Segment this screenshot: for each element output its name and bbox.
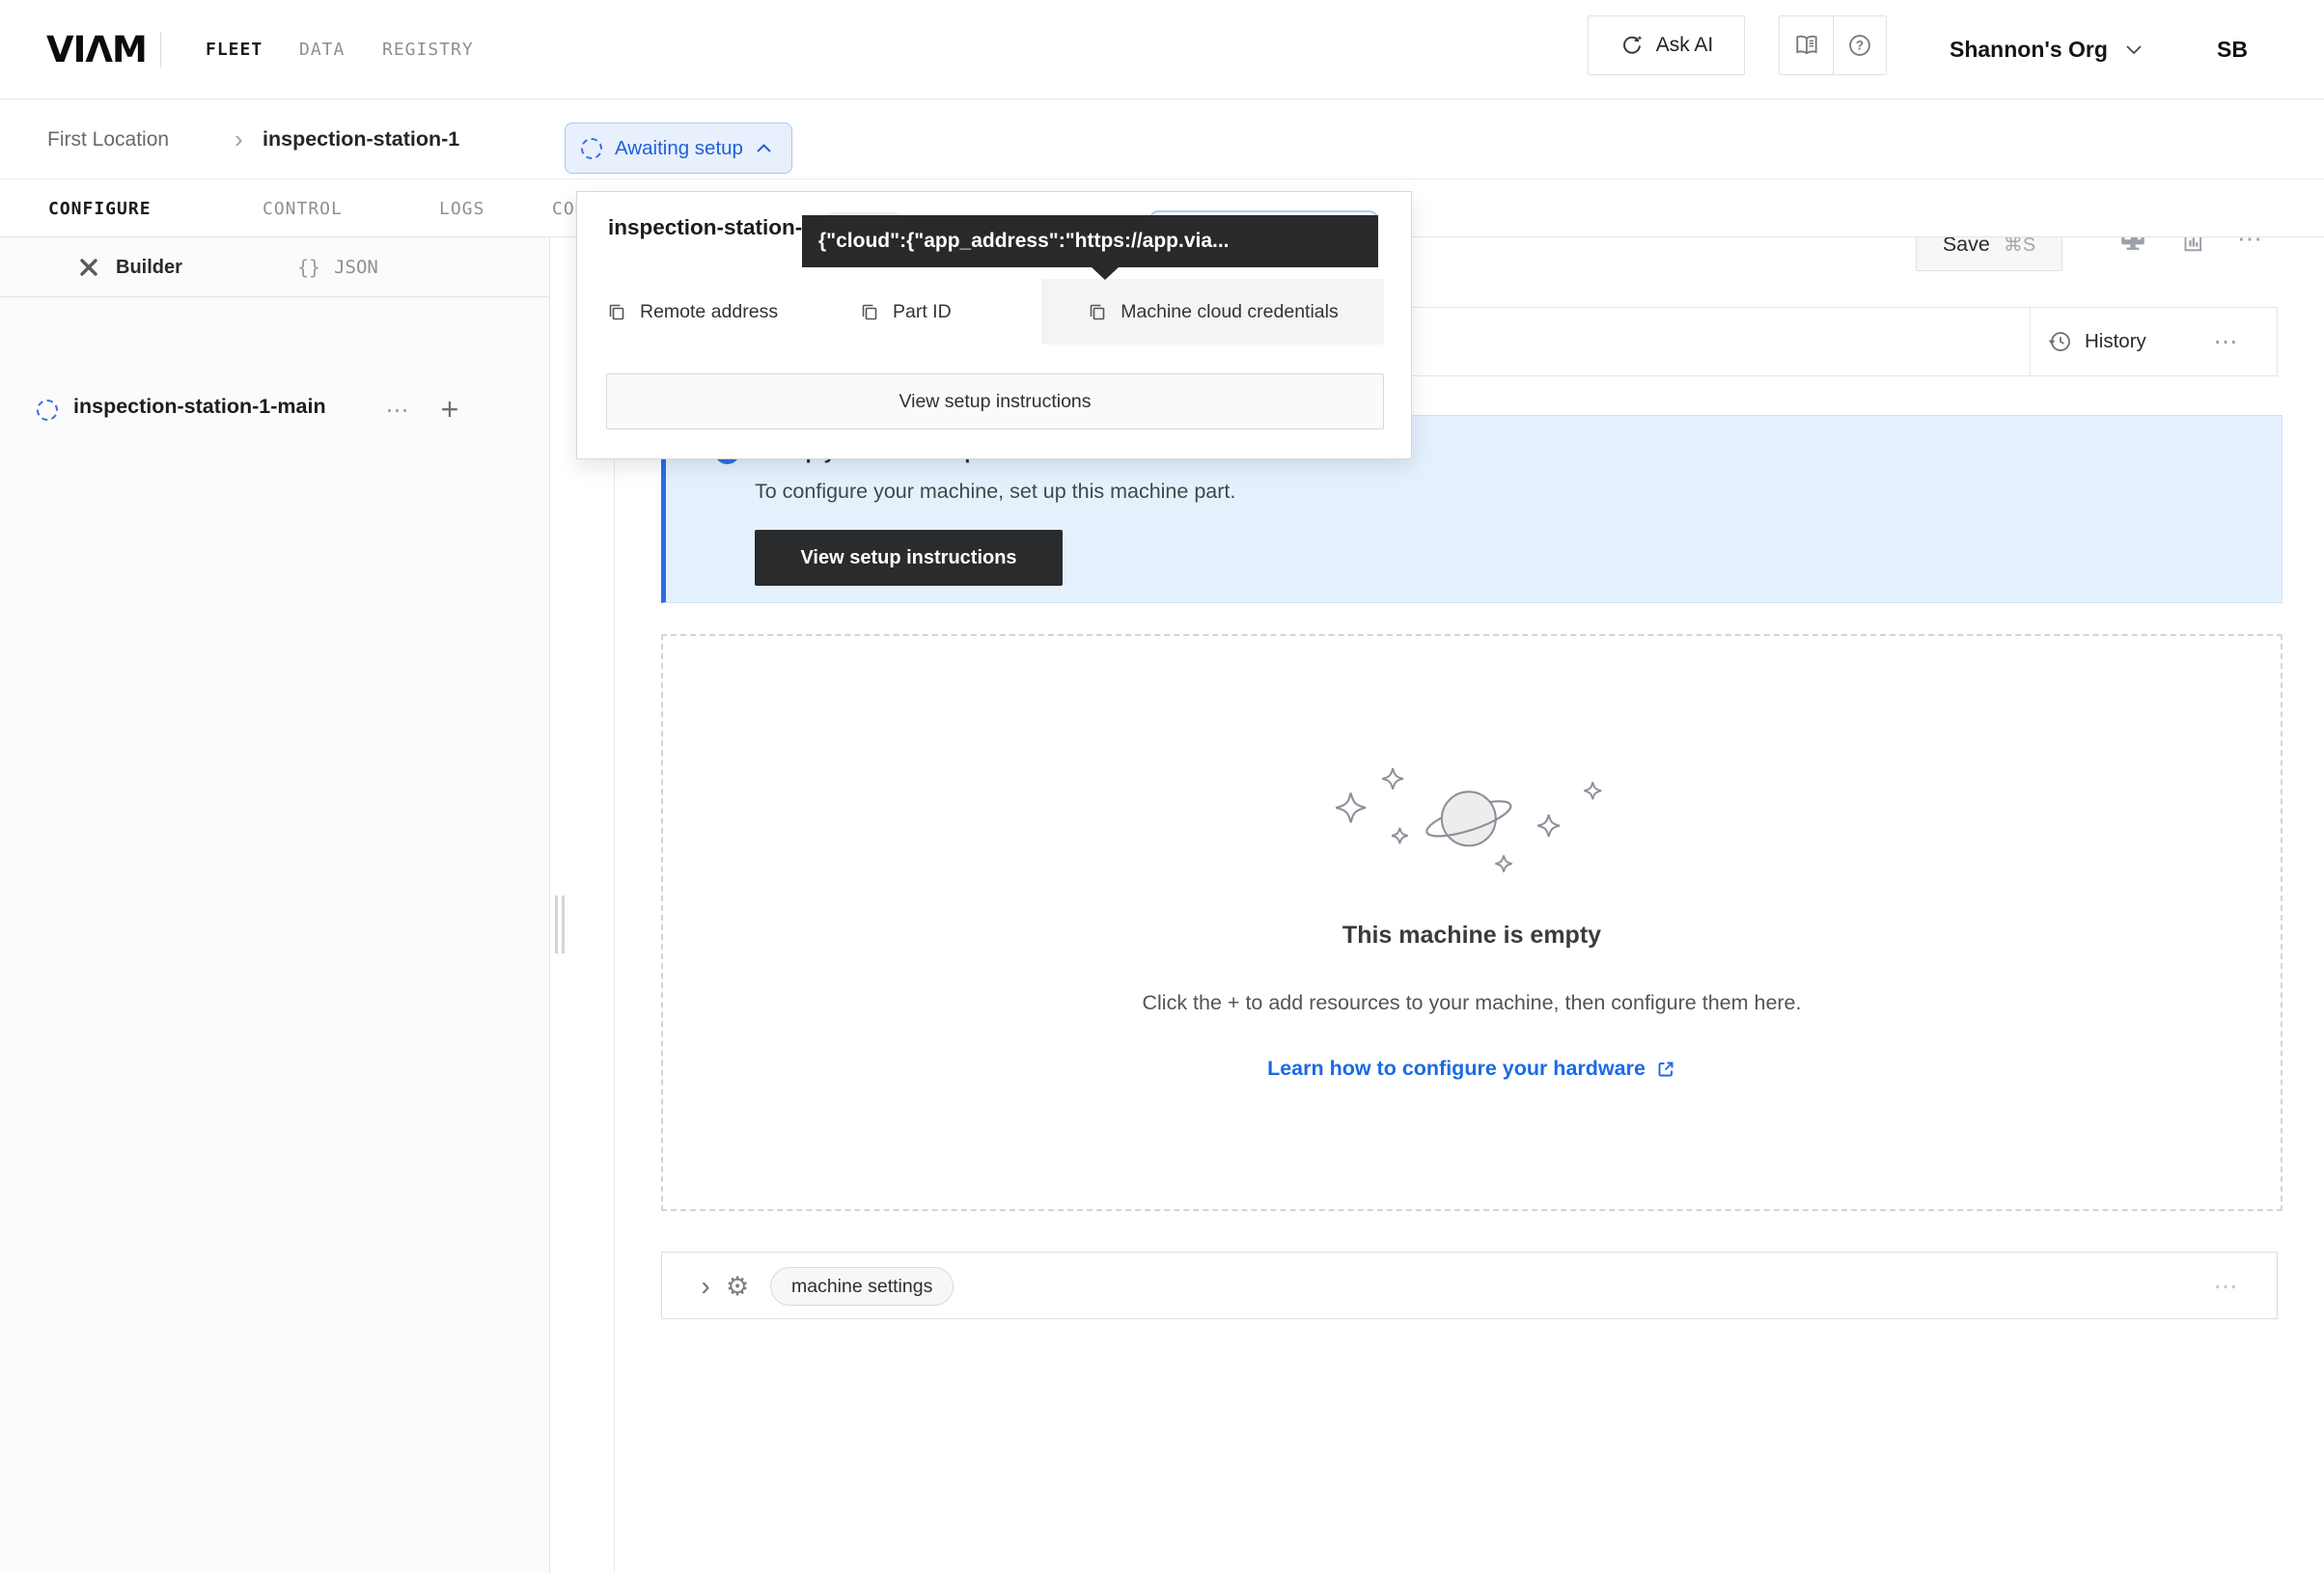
copy-remote-address-button[interactable]: Remote address xyxy=(606,279,778,345)
part-status-popup: inspection-station-1-main {"cloud":{"app… xyxy=(576,191,1412,459)
copy-icon xyxy=(606,301,627,322)
ellipsis-icon: ⋯ xyxy=(386,397,410,425)
history-button[interactable]: History xyxy=(2046,307,2146,376)
copy-machine-cloud-credentials-button[interactable]: Machine cloud credentials xyxy=(1041,279,1384,345)
breadcrumb-machine-name: inspection-station-1 xyxy=(263,99,459,179)
copy-label: Machine cloud credentials xyxy=(1120,301,1338,323)
sidebar-part-item[interactable]: inspection-station-1-main ⋯ + xyxy=(0,382,550,438)
copy-label: Part ID xyxy=(893,301,952,323)
builder-label: Builder xyxy=(116,257,182,279)
nav-tab-registry[interactable]: REGISTRY xyxy=(382,0,474,98)
breadcrumb-separator: › xyxy=(235,99,243,179)
copy-icon xyxy=(859,301,880,322)
org-name: Shannon's Org xyxy=(1950,37,2108,63)
banner-message: To configure your machine, set up this m… xyxy=(755,480,1235,504)
ellipsis-icon: ⋯ xyxy=(2214,327,2240,356)
add-resource-button[interactable]: + xyxy=(430,390,469,428)
empty-machine-card: This machine is empty Click the + to add… xyxy=(661,634,2282,1211)
tab-logs[interactable]: LOGS xyxy=(439,179,484,237)
chevron-up-icon xyxy=(756,143,772,153)
copy-part-id-button[interactable]: Part ID xyxy=(859,279,952,345)
settings-more-button[interactable]: ⋯ xyxy=(2198,1253,2255,1320)
gear-icon: ⚙ xyxy=(726,1253,749,1320)
tooltip-text: {"cloud":{"app_address":"https://app.via… xyxy=(818,215,1230,267)
ellipsis-icon: ⋯ xyxy=(2214,1272,2240,1301)
part-spinner-icon xyxy=(37,400,58,421)
empty-state-message: Click the + to add resources to your mac… xyxy=(663,991,2281,1015)
external-link-icon xyxy=(1655,1059,1676,1080)
expand-chevron-icon[interactable]: › xyxy=(689,1253,722,1320)
popup-view-setup-instructions-button[interactable]: View setup instructions xyxy=(606,373,1384,429)
machine-status-badge[interactable]: Awaiting setup xyxy=(565,123,792,174)
part-name: inspection-station-1-main xyxy=(73,395,326,419)
svg-text:?: ? xyxy=(1856,39,1864,53)
hardware-docs-link[interactable]: Learn how to configure your hardware xyxy=(663,1057,2281,1081)
breadcrumb-row: First Location › inspection-station-1 Aw… xyxy=(0,99,2324,179)
history-label: History xyxy=(2085,330,2146,353)
help-group: ? xyxy=(1779,15,1887,75)
tab-control[interactable]: CONTROL xyxy=(263,179,343,237)
book-icon xyxy=(1793,32,1820,59)
breadcrumb-location[interactable]: First Location xyxy=(47,99,169,179)
json-label: JSON xyxy=(334,257,378,278)
help-button[interactable]: ? xyxy=(1833,16,1886,74)
ask-ai-label: Ask AI xyxy=(1656,34,1714,57)
machine-settings-pill[interactable]: machine settings xyxy=(770,1267,954,1306)
chevron-down-icon xyxy=(2125,43,2143,55)
json-toggle[interactable]: {} JSON xyxy=(297,237,378,297)
plus-icon: + xyxy=(441,392,459,428)
builder-toggle[interactable]: Builder xyxy=(77,237,182,297)
copy-label: Remote address xyxy=(640,301,778,323)
toolbar-separator xyxy=(2030,307,2031,376)
viam-logo[interactable]: VIΛM xyxy=(46,29,147,70)
avatar[interactable]: SB xyxy=(2217,0,2248,98)
history-clock-icon xyxy=(2046,328,2073,355)
copy-icon xyxy=(1087,301,1108,322)
view-setup-instructions-button[interactable]: View setup instructions xyxy=(755,530,1063,586)
braces-icon: {} xyxy=(297,256,320,279)
help-icon: ? xyxy=(1846,32,1873,59)
tooltip-caret xyxy=(1092,267,1119,280)
nav-divider xyxy=(160,32,161,68)
ask-ai-button[interactable]: Ask AI xyxy=(1588,15,1745,75)
docs-button[interactable] xyxy=(1780,16,1833,74)
top-nav: VIΛM FLEET DATA REGISTRY Ask AI xyxy=(0,0,2324,99)
awaiting-setup-spinner-icon xyxy=(581,138,602,159)
org-switcher[interactable]: Shannon's Org xyxy=(1950,0,2143,98)
status-label: Awaiting setup xyxy=(615,137,743,160)
builder-tools-icon xyxy=(77,256,100,279)
machine-settings-card: › ⚙ machine settings ⋯ xyxy=(661,1252,2278,1319)
part-more-button[interactable]: ⋯ xyxy=(378,392,417,428)
tab-configure[interactable]: CONFIGURE xyxy=(48,179,152,237)
empty-state-title: This machine is empty xyxy=(663,922,2281,950)
ask-ai-icon xyxy=(1619,33,1645,58)
link-label: Learn how to configure your hardware xyxy=(1267,1057,1646,1081)
credentials-tooltip: {"cloud":{"app_address":"https://app.via… xyxy=(802,215,1378,267)
nav-tab-fleet[interactable]: FLEET xyxy=(206,0,263,98)
planet-illustration xyxy=(1334,757,1614,887)
toolbar-more-button[interactable]: ⋯ xyxy=(2193,307,2260,376)
viam-app: VIΛM FLEET DATA REGISTRY Ask AI xyxy=(0,0,2324,1573)
nav-tab-data[interactable]: DATA xyxy=(299,0,345,98)
panel-resize-handle[interactable] xyxy=(555,896,567,953)
